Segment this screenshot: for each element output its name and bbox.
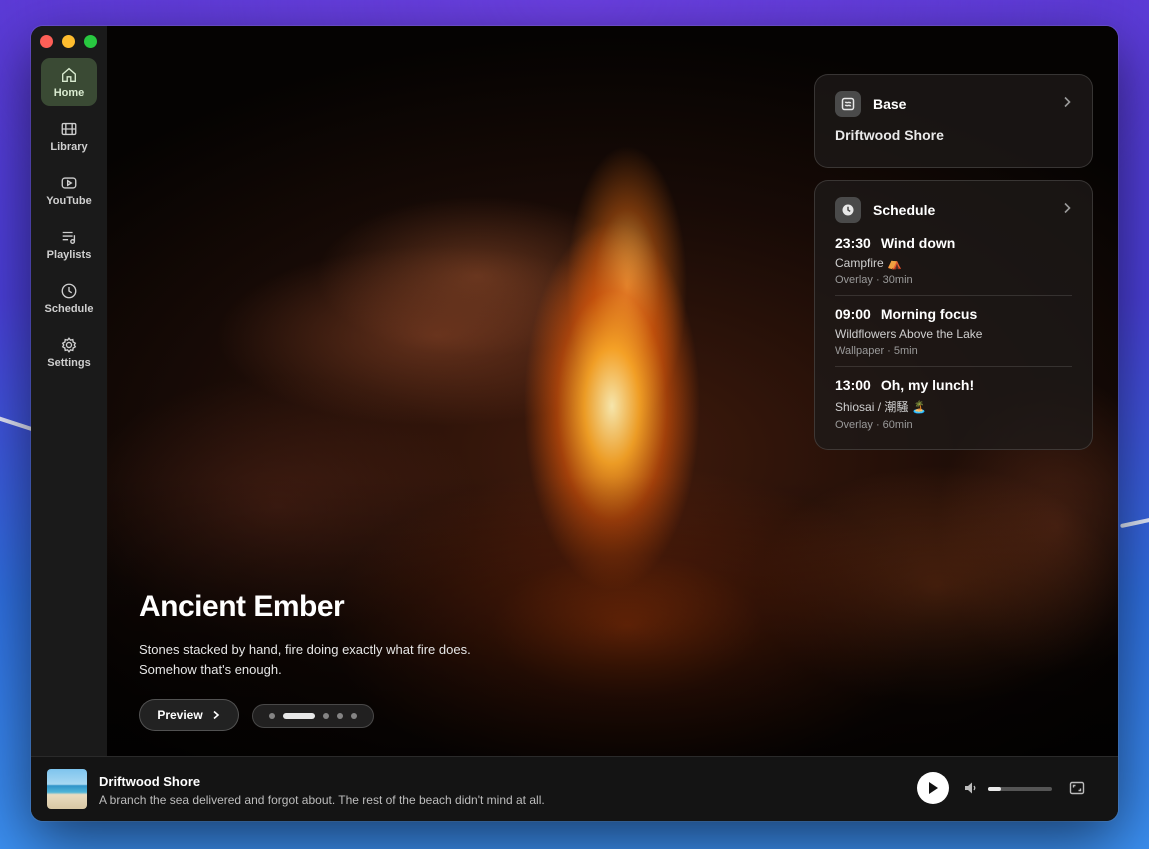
sidebar-item-label: Schedule [44,302,94,315]
clock-icon [61,283,77,298]
home-icon [62,67,76,82]
schedule-card-title: Schedule [873,202,936,218]
schedule-name: Morning focus [880,306,978,322]
schedule-meta: Wallpaper · 5min [835,345,918,357]
wallpaper-streak [1120,515,1149,529]
fullscreen-icon [1069,781,1085,795]
schedule-scene: Shiosai / 潮騒 🏝️ [835,400,927,414]
sidebar-item-label: YouTube [46,194,92,207]
sidebar-item-settings[interactable]: Settings [41,328,97,376]
sidebar-item-schedule[interactable]: Schedule [41,274,97,322]
gear-icon [61,336,77,353]
schedule-time: 09:00 [835,306,871,322]
sidebar-item-home[interactable]: Home [41,58,97,106]
play-icon [929,782,938,794]
base-card-value: Driftwood Shore [835,127,944,143]
film-icon [61,122,77,135]
playlist-icon [62,231,76,244]
sidebar-item-youtube[interactable]: YouTube [41,166,97,214]
carousel-dot[interactable] [337,713,343,719]
carousel-dot[interactable] [351,713,357,719]
hero-title: Ancient Ember [139,590,345,623]
chevron-right-icon[interactable] [1062,201,1072,219]
hero-description: Stones stacked by hand, fire doing exact… [139,640,539,680]
schedule-meta: Overlay · 60min [835,419,913,431]
base-card[interactable]: Base Driftwood Shore [814,74,1093,168]
hero-description-line: Somehow that's enough. [139,662,282,677]
hero-description-line: Stones stacked by hand, fire doing exact… [139,642,471,657]
schedule-item[interactable]: 23:30 Wind down Campfire ⛺ Overlay · 30mi… [835,225,1072,296]
preview-label: Preview [157,708,203,722]
app-window: Home Library YouTube Playlists Schedule … [31,26,1118,821]
chevron-right-icon [213,710,219,720]
schedule-name: Oh, my lunch! [880,377,975,393]
maximize-window-button[interactable] [84,35,97,48]
close-window-button[interactable] [40,35,53,48]
carousel-dot[interactable] [269,713,275,719]
carousel-dot-active[interactable] [283,713,315,719]
sidebar: Home Library YouTube Playlists Schedule … [31,26,108,756]
sidebar-item-label: Playlists [46,248,92,261]
volume-slider-fill [988,787,1001,791]
waves-icon [835,91,861,117]
schedule-meta: Overlay · 30min [835,274,913,286]
fullscreen-button[interactable] [1069,780,1085,801]
schedule-time: 23:30 [835,235,871,251]
schedule-scene: Campfire ⛺ [835,256,902,270]
schedule-card-header[interactable]: Schedule [835,195,1072,225]
schedule-item[interactable]: 09:00 Morning focus Wildflowers Above the… [835,296,1072,367]
volume-icon[interactable] [963,780,979,801]
sidebar-nav: Home Library YouTube Playlists Schedule … [41,58,97,382]
sidebar-item-playlists[interactable]: Playlists [41,220,97,268]
sidebar-item-label: Library [50,140,88,153]
schedule-time: 13:00 [835,377,871,393]
base-card-header: Base [835,89,1072,119]
sidebar-item-label: Settings [47,356,91,369]
carousel-dot[interactable] [323,713,329,719]
sidebar-item-library[interactable]: Library [41,112,97,160]
now-playing-title: Driftwood Shore [99,774,201,789]
now-playing-bar: Driftwood Shore A branch the sea deliver… [31,756,1118,821]
carousel-indicator [252,704,374,728]
play-box-icon [61,176,77,189]
sidebar-item-label: Home [53,86,85,99]
now-playing-thumbnail[interactable] [47,769,87,809]
volume-slider[interactable] [988,787,1052,791]
preview-button[interactable]: Preview [139,699,239,731]
schedule-card: Schedule 23:30 Wind down Campfire ⛺ Overl… [814,180,1093,450]
play-button[interactable] [917,772,949,804]
schedule-name: Wind down [880,235,956,251]
clock-icon [835,197,861,223]
window-controls [40,35,97,48]
schedule-scene: Wildflowers Above the Lake [835,327,983,341]
hero-background: Ancient Ember Stones stacked by hand, fi… [107,26,1118,756]
now-playing-subtitle: A branch the sea delivered and forgot ab… [99,793,545,807]
minimize-window-button[interactable] [62,35,75,48]
chevron-right-icon[interactable] [1062,95,1072,113]
schedule-item[interactable]: 13:00 Oh, my lunch! Shiosai / 潮騒 🏝️ Overl… [835,367,1072,440]
base-card-title: Base [873,96,907,112]
